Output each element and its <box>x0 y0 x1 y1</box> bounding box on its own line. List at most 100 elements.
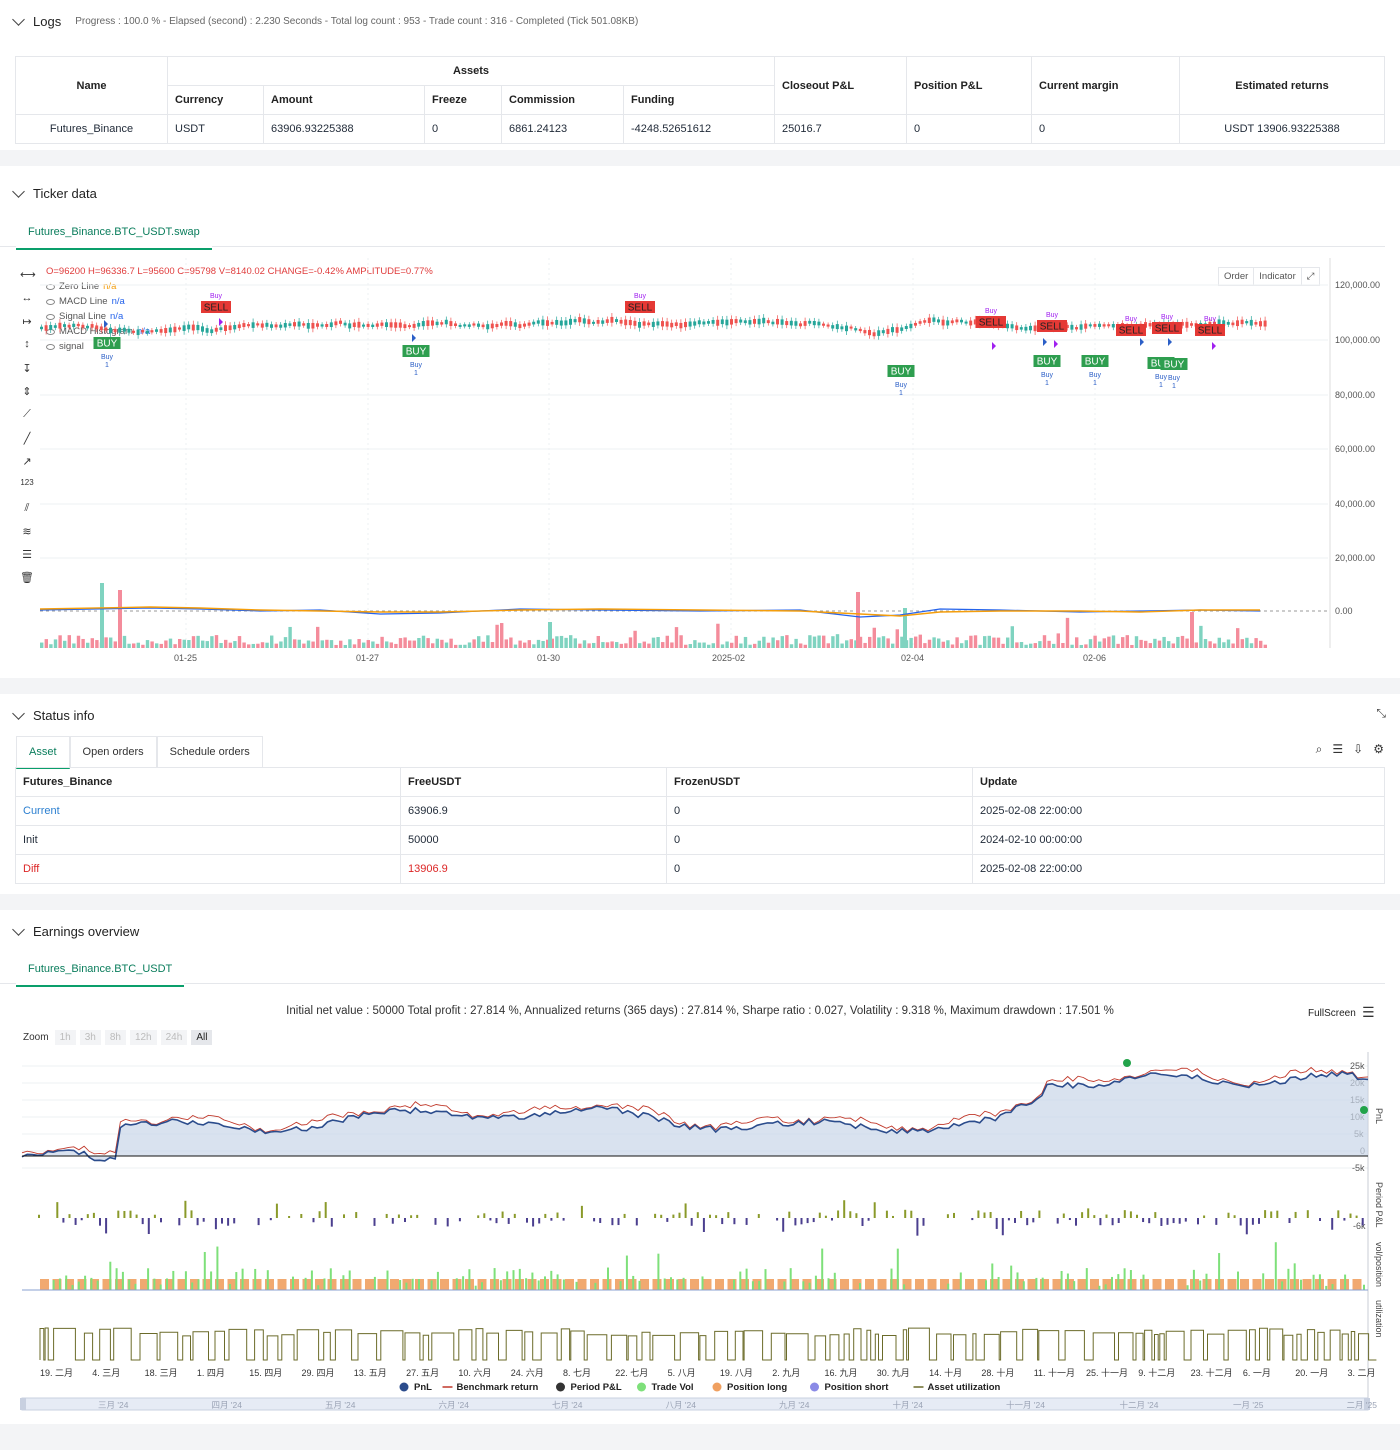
zoom-all[interactable]: All <box>191 1030 213 1045</box>
logs-title: Logs <box>33 14 62 29</box>
volume-bar <box>431 643 435 648</box>
position-bar <box>840 1279 849 1290</box>
row-current-label[interactable]: Current <box>15 796 401 826</box>
period-bar <box>831 1218 833 1221</box>
buy-text: BUY <box>1164 360 1185 371</box>
tab-earnings-symbol[interactable]: Futures_Binance.BTC_USDT <box>16 953 185 987</box>
candle <box>288 323 292 326</box>
trade-arrow <box>1168 338 1172 346</box>
settings-icon[interactable]: ⚙ <box>1373 742 1384 757</box>
fullscreen-button[interactable]: FullScreen <box>1308 1008 1356 1019</box>
trade-vol-bar <box>373 1276 376 1290</box>
position-bar <box>1302 1279 1312 1290</box>
logs-header[interactable]: Logs Progress : 100.0 % - Elapsed (secon… <box>12 13 638 29</box>
trade-vol-bar <box>399 1280 402 1290</box>
volume-bar <box>1116 643 1120 648</box>
buy-text: BUY <box>97 339 118 350</box>
volume-bar <box>1208 641 1212 648</box>
volume-bar <box>182 639 186 648</box>
trade-vol-bar <box>310 1270 313 1290</box>
tab-schedule-orders[interactable]: Schedule orders <box>156 736 263 767</box>
candle <box>509 321 513 327</box>
candle <box>187 324 191 330</box>
col-exchange: Futures_Binance <box>15 767 401 797</box>
tab-ticker-symbol[interactable]: Futures_Binance.BTC_USDT.swap <box>16 216 212 250</box>
trade-vol-bar <box>1318 1274 1321 1290</box>
zoom-8h[interactable]: 8h <box>104 1030 126 1045</box>
legend-pnl-swatch <box>399 1382 409 1392</box>
period-bar <box>800 1218 803 1225</box>
zoom-24h[interactable]: 24h <box>160 1030 188 1045</box>
candle <box>490 323 494 329</box>
trade-vol-bar <box>153 1278 156 1290</box>
buy-text: BUY <box>406 347 427 358</box>
trade-vol-bar <box>184 1271 187 1290</box>
earnings-chart[interactable]: 25k 20k 15k 10k 5k 0 -5k PnL Period P&L … <box>0 1050 1400 1450</box>
tab-open-orders[interactable]: Open orders <box>69 736 157 767</box>
candle <box>449 321 453 327</box>
x-tick: 5. 八月 <box>668 1368 696 1378</box>
position-bar <box>1252 1279 1262 1290</box>
trade-vol-bar <box>323 1278 326 1290</box>
chevron-down-icon[interactable] <box>12 185 25 198</box>
collapse-icon[interactable]: ⤡ <box>1376 706 1386 721</box>
candle <box>81 324 85 328</box>
trade-vol-bar <box>159 1284 162 1290</box>
search-icon[interactable]: ⌕ <box>1316 742 1323 757</box>
period-bar <box>1258 1218 1260 1224</box>
zoom-3h[interactable]: 3h <box>79 1030 101 1045</box>
trade-markers: BUYBuy1SELLBuyBUYBuy1SELLBuyBUYBuy1SELLB… <box>93 293 1225 397</box>
earnings-header[interactable]: Earnings overview <box>12 923 139 939</box>
trade-arrow <box>1212 342 1216 350</box>
trade-vol-bar <box>342 1275 345 1290</box>
period-bar <box>1251 1218 1254 1225</box>
volume-bar <box>624 643 628 648</box>
volume-bar <box>1121 637 1125 648</box>
volume-bar <box>237 636 242 648</box>
volume-bar <box>1199 625 1203 648</box>
period-bar <box>1007 1218 1010 1221</box>
volume-bar <box>647 643 651 648</box>
trade-vol-bar <box>481 1282 483 1290</box>
tab-asset[interactable]: Asset <box>16 736 70 769</box>
candle <box>1033 325 1037 332</box>
candle <box>237 324 241 329</box>
chevron-down-icon[interactable] <box>12 707 25 720</box>
volume-bar <box>536 639 541 648</box>
menu-icon[interactable]: ☰ <box>1362 1004 1375 1021</box>
period-bar <box>507 1218 510 1224</box>
chevron-down-icon[interactable] <box>12 13 25 26</box>
y-tick: 100,000.00 <box>1335 335 1380 345</box>
position-bar <box>1065 1279 1074 1290</box>
candle <box>72 323 76 328</box>
zoom-1h[interactable]: 1h <box>54 1030 76 1045</box>
candle <box>53 325 57 328</box>
period-bar <box>727 1212 730 1218</box>
trade-vol-bar <box>229 1283 231 1290</box>
volume-bar <box>104 637 108 648</box>
candle <box>40 326 43 330</box>
candle <box>348 323 352 329</box>
position-bar <box>1352 1279 1362 1290</box>
download-icon[interactable]: ⇩ <box>1353 742 1363 757</box>
ticker-header[interactable]: Ticker data <box>12 185 97 201</box>
zoom-12h[interactable]: 12h <box>129 1030 157 1045</box>
col-returns: Estimated returns <box>1179 56 1385 115</box>
candle <box>523 323 526 327</box>
trade-arrow <box>1043 338 1047 346</box>
status-header[interactable]: Status info <box>12 707 94 723</box>
cell-free: 13906.9 <box>400 854 667 884</box>
volume-bar <box>1194 642 1198 648</box>
candlestick-chart[interactable]: 120,000.00 100,000.00 80,000.00 60,000.0… <box>0 258 1400 678</box>
navigator[interactable]: 三月 '24 四月 '24 五月 '24 六月 '24 七月 '24 八月 '24 九月 '… <box>20 1397 1377 1411</box>
trade-vol-bar <box>537 1280 540 1290</box>
candle <box>444 319 448 325</box>
chevron-down-icon[interactable] <box>12 923 25 936</box>
candle <box>854 328 858 331</box>
candle <box>665 321 669 327</box>
trade-vol-bar <box>191 1282 194 1290</box>
list-icon[interactable]: ☰ <box>1332 742 1343 757</box>
trade-vol-bar <box>506 1271 509 1290</box>
volume-bar <box>1130 644 1134 648</box>
cell-closeout: 25016.7 <box>774 114 907 144</box>
